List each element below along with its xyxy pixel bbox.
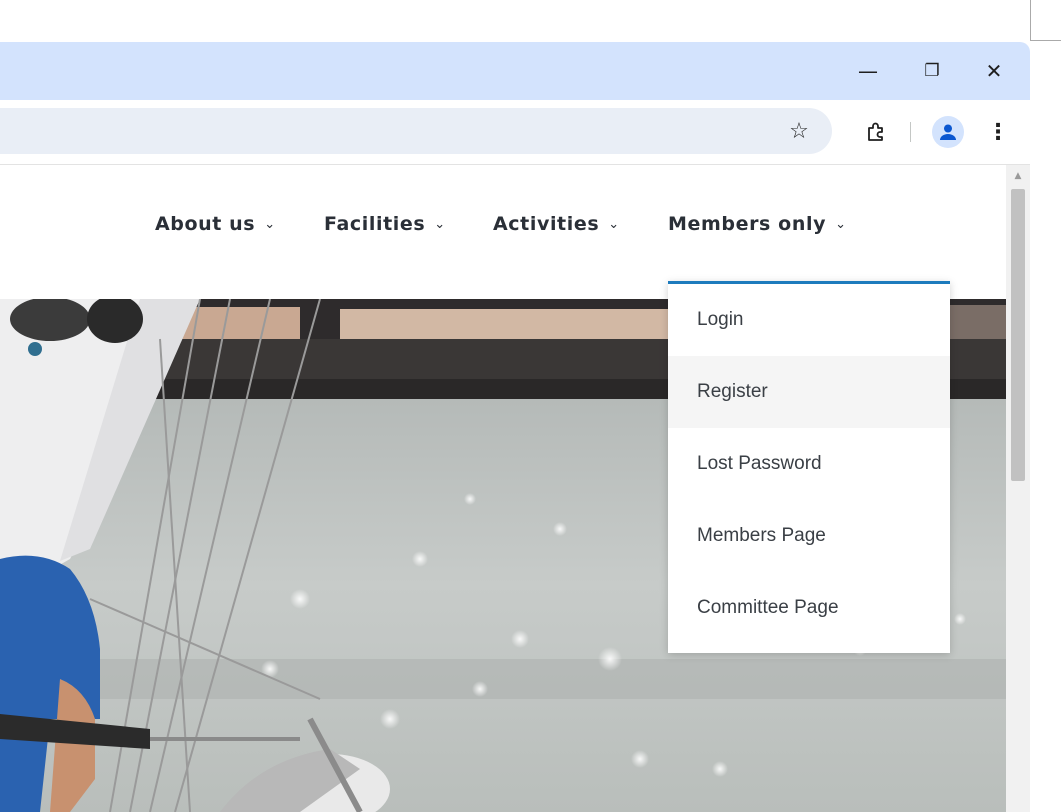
nav-item-members-only[interactable]: Members only ⌄: [668, 210, 847, 238]
browser-toolbar: ☆ ⋮: [0, 100, 1030, 165]
dropdown-item-register[interactable]: Register: [668, 356, 950, 428]
nav-item-label: Activities: [493, 213, 600, 235]
bookmark-star-icon[interactable]: ☆: [780, 112, 818, 150]
window-edge: [1030, 0, 1031, 41]
restore-icon[interactable]: ❐: [902, 42, 962, 100]
browser-titlebar: — ❐ ✕: [0, 42, 1030, 100]
nav-item-activities[interactable]: Activities ⌄: [493, 210, 620, 238]
chevron-down-icon: ⌄: [434, 216, 446, 232]
chevron-down-icon: ⌄: [264, 216, 276, 232]
chevron-down-icon: ⌄: [608, 216, 620, 232]
dropdown-item-lost-password[interactable]: Lost Password: [668, 428, 950, 500]
minimize-icon[interactable]: —: [838, 42, 898, 100]
browser-menu-icon[interactable]: ⋮: [984, 112, 1012, 152]
web-page: About us ⌄ Facilities ⌄ Activities ⌄ Mem…: [0, 165, 1006, 812]
dropdown-item-members-page[interactable]: Members Page: [668, 500, 950, 572]
extensions-puzzle-icon[interactable]: [856, 112, 896, 152]
scroll-up-arrow-icon[interactable]: ▲: [1006, 169, 1030, 183]
profile-avatar-icon[interactable]: [932, 116, 964, 148]
nav-item-label: Facilities: [324, 213, 426, 235]
window-edge: [1030, 40, 1061, 41]
nav-item-facilities[interactable]: Facilities ⌄: [324, 210, 446, 238]
nav-item-about-us[interactable]: About us ⌄: [155, 210, 276, 238]
toolbar-divider: [910, 122, 911, 142]
dropdown-item-login[interactable]: Login: [668, 284, 950, 356]
close-icon[interactable]: ✕: [964, 42, 1024, 100]
nav-item-label: About us: [155, 213, 256, 235]
dropdown-item-committee-page[interactable]: Committee Page: [668, 572, 950, 644]
members-only-dropdown: Login Register Lost Password Members Pag…: [668, 281, 950, 653]
chevron-down-icon: ⌄: [835, 216, 847, 232]
nav-item-label: Members only: [668, 213, 827, 235]
address-bar[interactable]: ☆: [0, 108, 832, 154]
vertical-scrollbar[interactable]: ▲: [1006, 165, 1030, 812]
scrollbar-thumb[interactable]: [1011, 189, 1025, 481]
site-navigation: About us ⌄ Facilities ⌄ Activities ⌄ Mem…: [0, 165, 1006, 299]
